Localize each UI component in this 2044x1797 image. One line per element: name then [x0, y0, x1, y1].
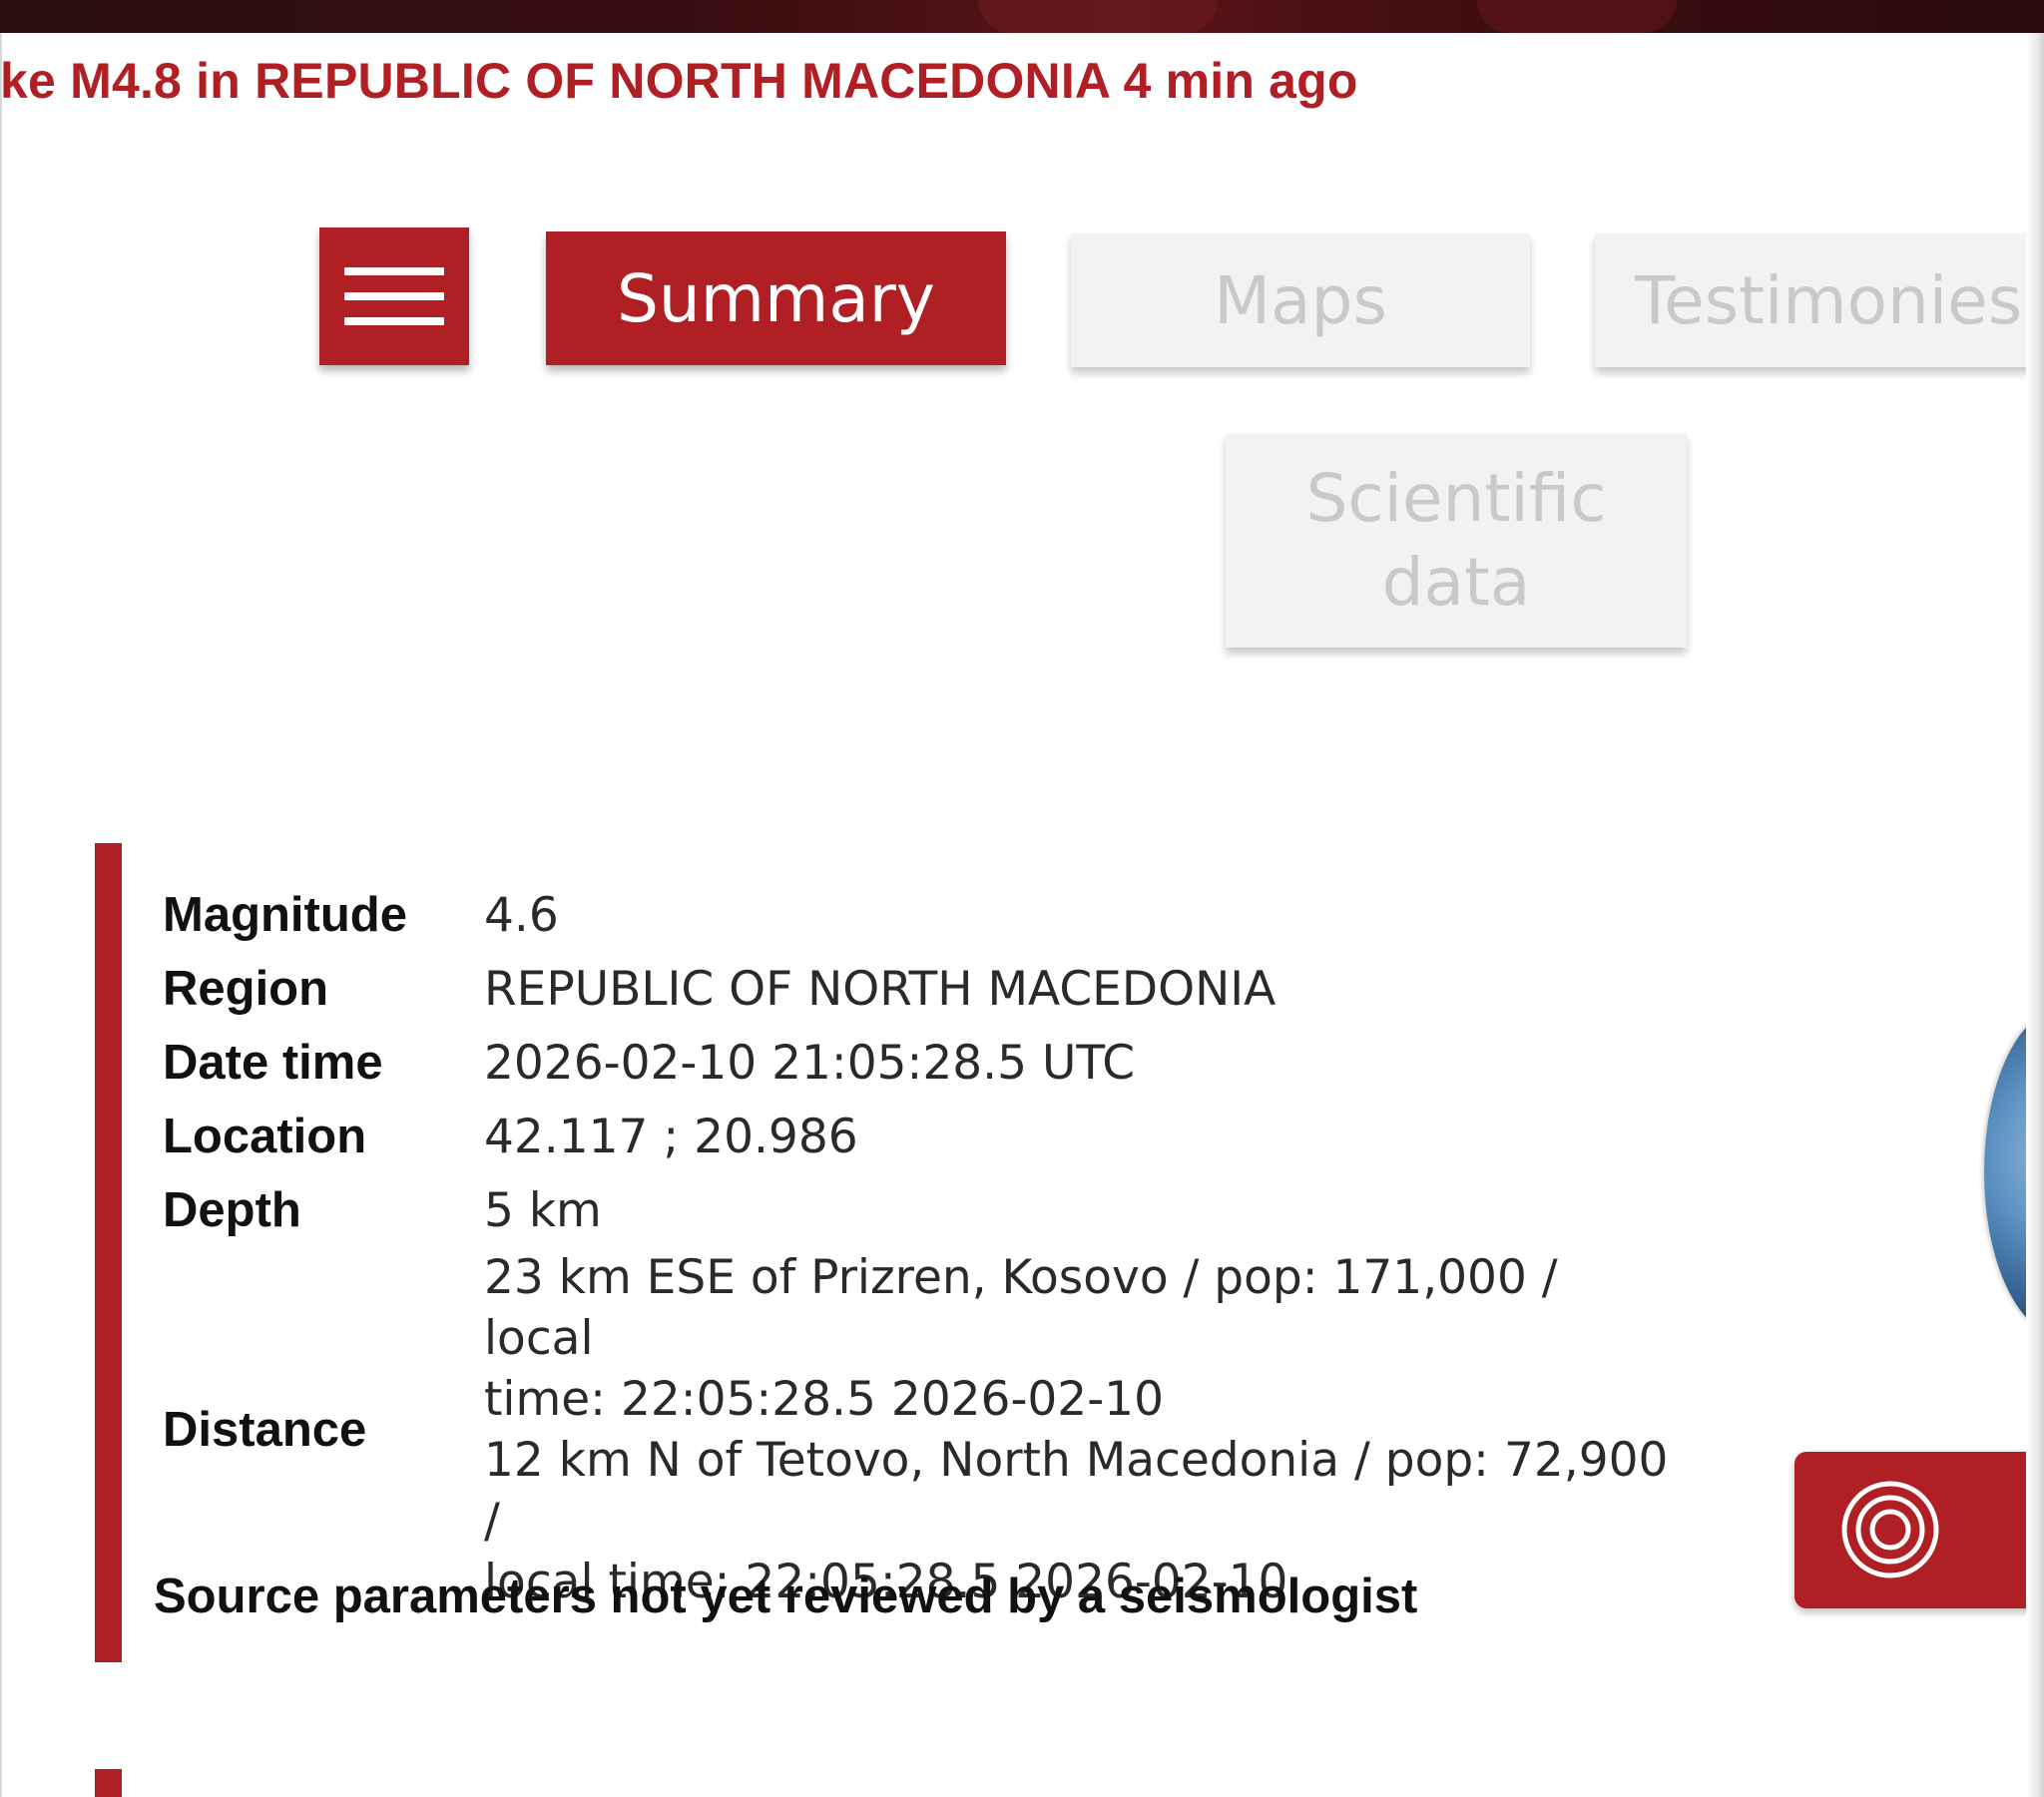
seismic-action-button[interactable] [1794, 1452, 2044, 1608]
location-label: Location [163, 1109, 367, 1163]
menu-bar [344, 317, 444, 325]
datetime-label: Date time [163, 1035, 383, 1090]
page-edge [0, 33, 2, 1797]
distance-line: time: 22:05:28.5 2026-02-10 [484, 1372, 1164, 1427]
tab-testimonies[interactable]: Testimonies [1595, 233, 2044, 367]
depth-value: 5 km [484, 1182, 602, 1238]
summary-card-accent [95, 843, 122, 1662]
magnitude-label: Magnitude [163, 887, 407, 942]
next-card-accent [95, 1769, 122, 1797]
banner-decoration [978, 0, 1218, 33]
menu-bar [344, 292, 444, 300]
distance-line: 23 km ESE of Prizren, Kosovo / pop: 171,… [484, 1250, 1558, 1366]
region-value: REPUBLIC OF NORTH MACEDONIA [484, 961, 1277, 1017]
table-row: Distance 23 km ESE of Prizren, Kosovo / … [163, 1247, 1682, 1612]
top-banner-strip [0, 0, 2044, 33]
tab-scientific-label-line1: Scientific [1305, 460, 1607, 537]
hamburger-menu-button[interactable] [319, 227, 469, 365]
distance-value: 23 km ESE of Prizren, Kosovo / pop: 171,… [484, 1247, 1682, 1612]
seismic-rings-icon [1841, 1481, 1939, 1578]
tab-summary[interactable]: Summary [546, 231, 1006, 365]
depth-label: Depth [163, 1182, 301, 1237]
location-value: 42.117 ; 20.986 [484, 1109, 858, 1164]
review-status-note: Source parameters not yet reviewed by a … [154, 1570, 1418, 1623]
tab-scientific-data[interactable]: Scientific data [1226, 434, 1687, 648]
page: ke M4.8 in REPUBLIC OF NORTH MACEDONIA 4… [0, 0, 2044, 1797]
table-row: Magnitude 4.6 [163, 878, 1682, 952]
table-row: Region REPUBLIC OF NORTH MACEDONIA [163, 952, 1682, 1026]
tab-scientific-label-line2: data [1381, 544, 1531, 621]
tab-maps[interactable]: Maps [1071, 233, 1530, 367]
datetime-value: 2026-02-10 21:05:28.5 UTC [484, 1035, 1136, 1091]
distance-line: 12 km N of Tetovo, North Macedonia / pop… [484, 1433, 1669, 1549]
table-row: Date time 2026-02-10 21:05:28.5 UTC [163, 1026, 1682, 1100]
scrollbar-edge[interactable] [2026, 33, 2044, 1797]
tab-summary-label: Summary [617, 259, 935, 337]
tab-maps-label: Maps [1214, 261, 1387, 339]
tab-testimonies-label: Testimonies [1635, 261, 2023, 339]
magnitude-value: 4.6 [484, 887, 559, 943]
earthquake-headline-ticker[interactable]: ke M4.8 in REPUBLIC OF NORTH MACEDONIA 4… [0, 52, 1358, 110]
region-label: Region [163, 961, 329, 1016]
table-row: Location 42.117 ; 20.986 [163, 1100, 1682, 1173]
distance-label: Distance [163, 1402, 367, 1457]
earthquake-summary-table: Magnitude 4.6 Region REPUBLIC OF NORTH M… [163, 878, 1682, 1612]
banner-decoration [1477, 0, 1677, 33]
table-row: Depth 5 km [163, 1173, 1682, 1247]
menu-bar [344, 267, 444, 275]
